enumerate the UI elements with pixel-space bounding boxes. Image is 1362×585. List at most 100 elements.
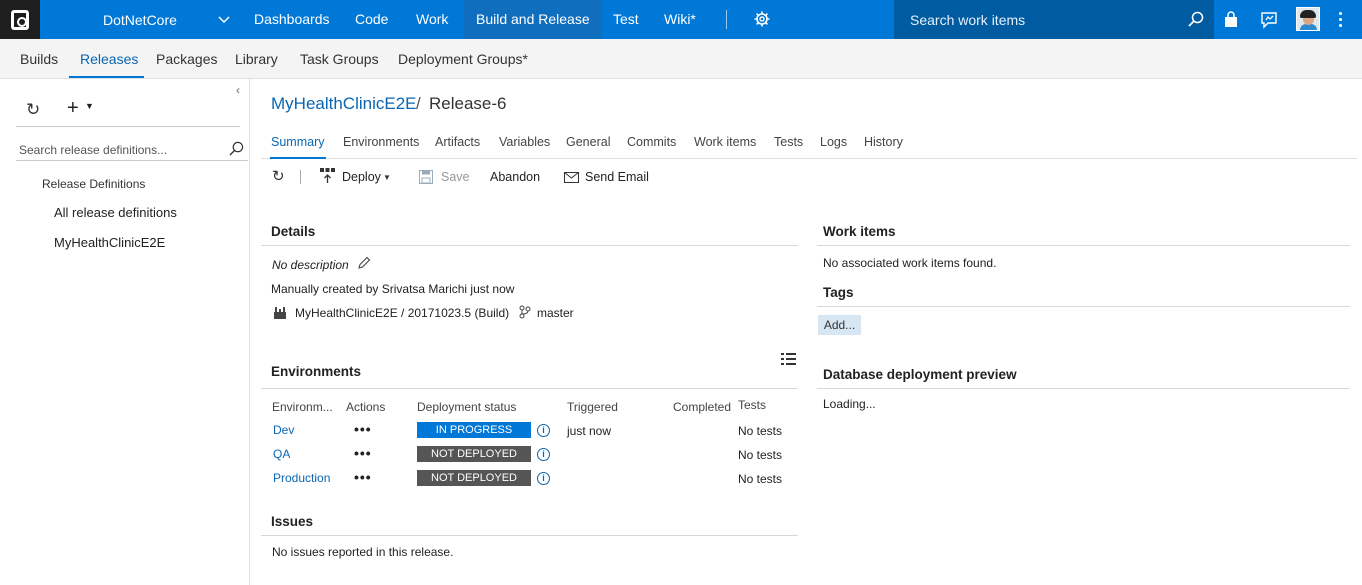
nav-test[interactable]: Test [613,0,639,39]
tab-builds[interactable]: Builds [20,51,58,67]
email-icon [564,172,579,183]
pivot-tests[interactable]: Tests [774,135,803,149]
column-environment[interactable]: Environm... [272,400,333,414]
pivot-divider [261,158,1357,159]
column-completed[interactable]: Completed [673,400,731,414]
work-items-text: No associated work items found. [823,256,997,270]
search-icon[interactable] [229,141,244,156]
search-work-items-input[interactable]: Search work items [894,0,1214,39]
vsts-logo-icon[interactable] [0,0,40,39]
tags-divider [817,306,1350,307]
breadcrumb-definition-link[interactable]: MyHealthClinicE2E [271,94,417,114]
issues-text: No issues reported in this release. [272,545,454,559]
definition-item-myhealthclinice2e[interactable]: MyHealthClinicE2E [54,235,165,250]
caret-down-icon[interactable]: ▼ [85,101,94,111]
tab-packages[interactable]: Packages [156,51,217,67]
tests-production: No tests [738,472,783,486]
tags-heading: Tags [823,285,854,300]
save-icon [419,170,433,184]
actions-menu-production[interactable]: ••• [354,470,372,484]
details-divider [261,245,798,246]
environment-link-qa[interactable]: QA [273,447,290,461]
nav-wiki[interactable]: Wiki* [664,0,696,39]
column-deployment-status[interactable]: Deployment status [417,400,516,414]
gear-icon[interactable] [754,11,770,27]
db-preview-loading: Loading... [823,397,876,411]
abandon-button[interactable]: Abandon [490,170,540,184]
artifact-link[interactable]: MyHealthClinicE2E / 20171023.5 (Build) [295,306,509,320]
pivot-artifacts[interactable]: Artifacts [435,135,480,149]
tab-deployment-groups[interactable]: Deployment Groups* [398,51,528,67]
column-triggered[interactable]: Triggered [567,400,618,414]
column-tests[interactable]: Tests [738,398,766,412]
pivot-variables[interactable]: Variables [499,135,550,149]
tab-library[interactable]: Library [235,51,278,67]
search-release-definitions-input[interactable]: Search release definitions... [16,138,248,161]
pane-divider [16,126,240,127]
environment-link-dev[interactable]: Dev [273,423,294,437]
nav-code[interactable]: Code [355,0,388,39]
project-selector[interactable]: DotNetCore [40,0,240,39]
add-definition-button[interactable]: + [67,97,79,120]
release-definitions-pane: ‹ ↻ + ▼ Search release definitions... Re… [0,79,250,585]
toolbar-separator [300,170,301,184]
more-vertical-icon[interactable] [1339,12,1343,30]
nav-dashboards[interactable]: Dashboards [254,0,330,39]
user-avatar[interactable] [1296,7,1320,31]
refresh-icon[interactable]: ↻ [26,100,40,120]
refresh-icon[interactable]: ↻ [272,167,285,185]
pivot-logs[interactable]: Logs [820,135,847,149]
issues-divider [261,535,798,536]
add-tag-button[interactable]: Add... [818,315,861,335]
info-icon[interactable]: i [537,472,550,485]
nav-divider [726,10,727,29]
definition-item-all[interactable]: All release definitions [54,205,177,220]
chevron-down-icon [218,16,230,24]
environment-link-production[interactable]: Production [273,471,330,485]
save-button[interactable]: Save [441,170,470,184]
release-definitions-header: Release Definitions [42,177,146,191]
status-badge-dev: IN PROGRESS [417,422,531,438]
marketplace-bag-icon[interactable] [1222,11,1240,29]
caret-down-icon[interactable]: ▼ [383,173,391,182]
tab-releases[interactable]: Releases [80,51,138,67]
environments-divider [261,388,798,389]
pivot-commits[interactable]: Commits [627,135,676,149]
db-preview-divider [817,388,1350,389]
release-description: No description [272,258,349,272]
pivot-work-items[interactable]: Work items [694,135,756,149]
actions-menu-dev[interactable]: ••• [354,422,372,436]
branch-icon [519,305,531,319]
column-actions[interactable]: Actions [346,400,385,414]
work-items-heading: Work items [823,224,896,239]
list-view-icon[interactable] [781,353,796,367]
search-placeholder: Search work items [910,12,1026,28]
status-badge-production: NOT DEPLOYED [417,470,531,486]
nav-build-and-release[interactable]: Build and Release [464,0,602,39]
created-by-text: Manually created by Srivatsa Marichi jus… [271,282,515,296]
deploy-button[interactable]: Deploy [342,170,381,184]
nav-work[interactable]: Work [416,0,448,39]
pivot-environments[interactable]: Environments [343,135,419,149]
triggered-dev: just now [567,424,612,438]
collapse-pane-icon[interactable]: ‹ [236,83,240,97]
issues-heading: Issues [271,514,314,529]
send-email-button[interactable]: Send Email [585,170,649,184]
tab-task-groups[interactable]: Task Groups [300,51,379,67]
actions-menu-qa[interactable]: ••• [354,446,372,460]
info-icon[interactable]: i [537,424,550,437]
feedback-icon[interactable] [1260,11,1278,29]
breadcrumb-separator: / [416,94,421,113]
edit-pencil-icon[interactable] [357,256,371,270]
work-items-divider [817,245,1350,246]
pivot-history[interactable]: History [864,135,903,149]
search-placeholder: Search release definitions... [19,143,168,157]
hub-navigation-bar: Builds Releases Packages Library Task Gr… [0,39,1362,79]
pivot-summary[interactable]: Summary [271,135,324,149]
active-pivot-indicator [270,157,326,159]
pivot-general[interactable]: General [566,135,610,149]
search-icon[interactable] [1188,11,1204,27]
info-icon[interactable]: i [537,448,550,461]
build-artifact-icon [274,307,286,319]
top-navigation-bar: DotNetCore Dashboards Code Work Build an… [0,0,1362,39]
